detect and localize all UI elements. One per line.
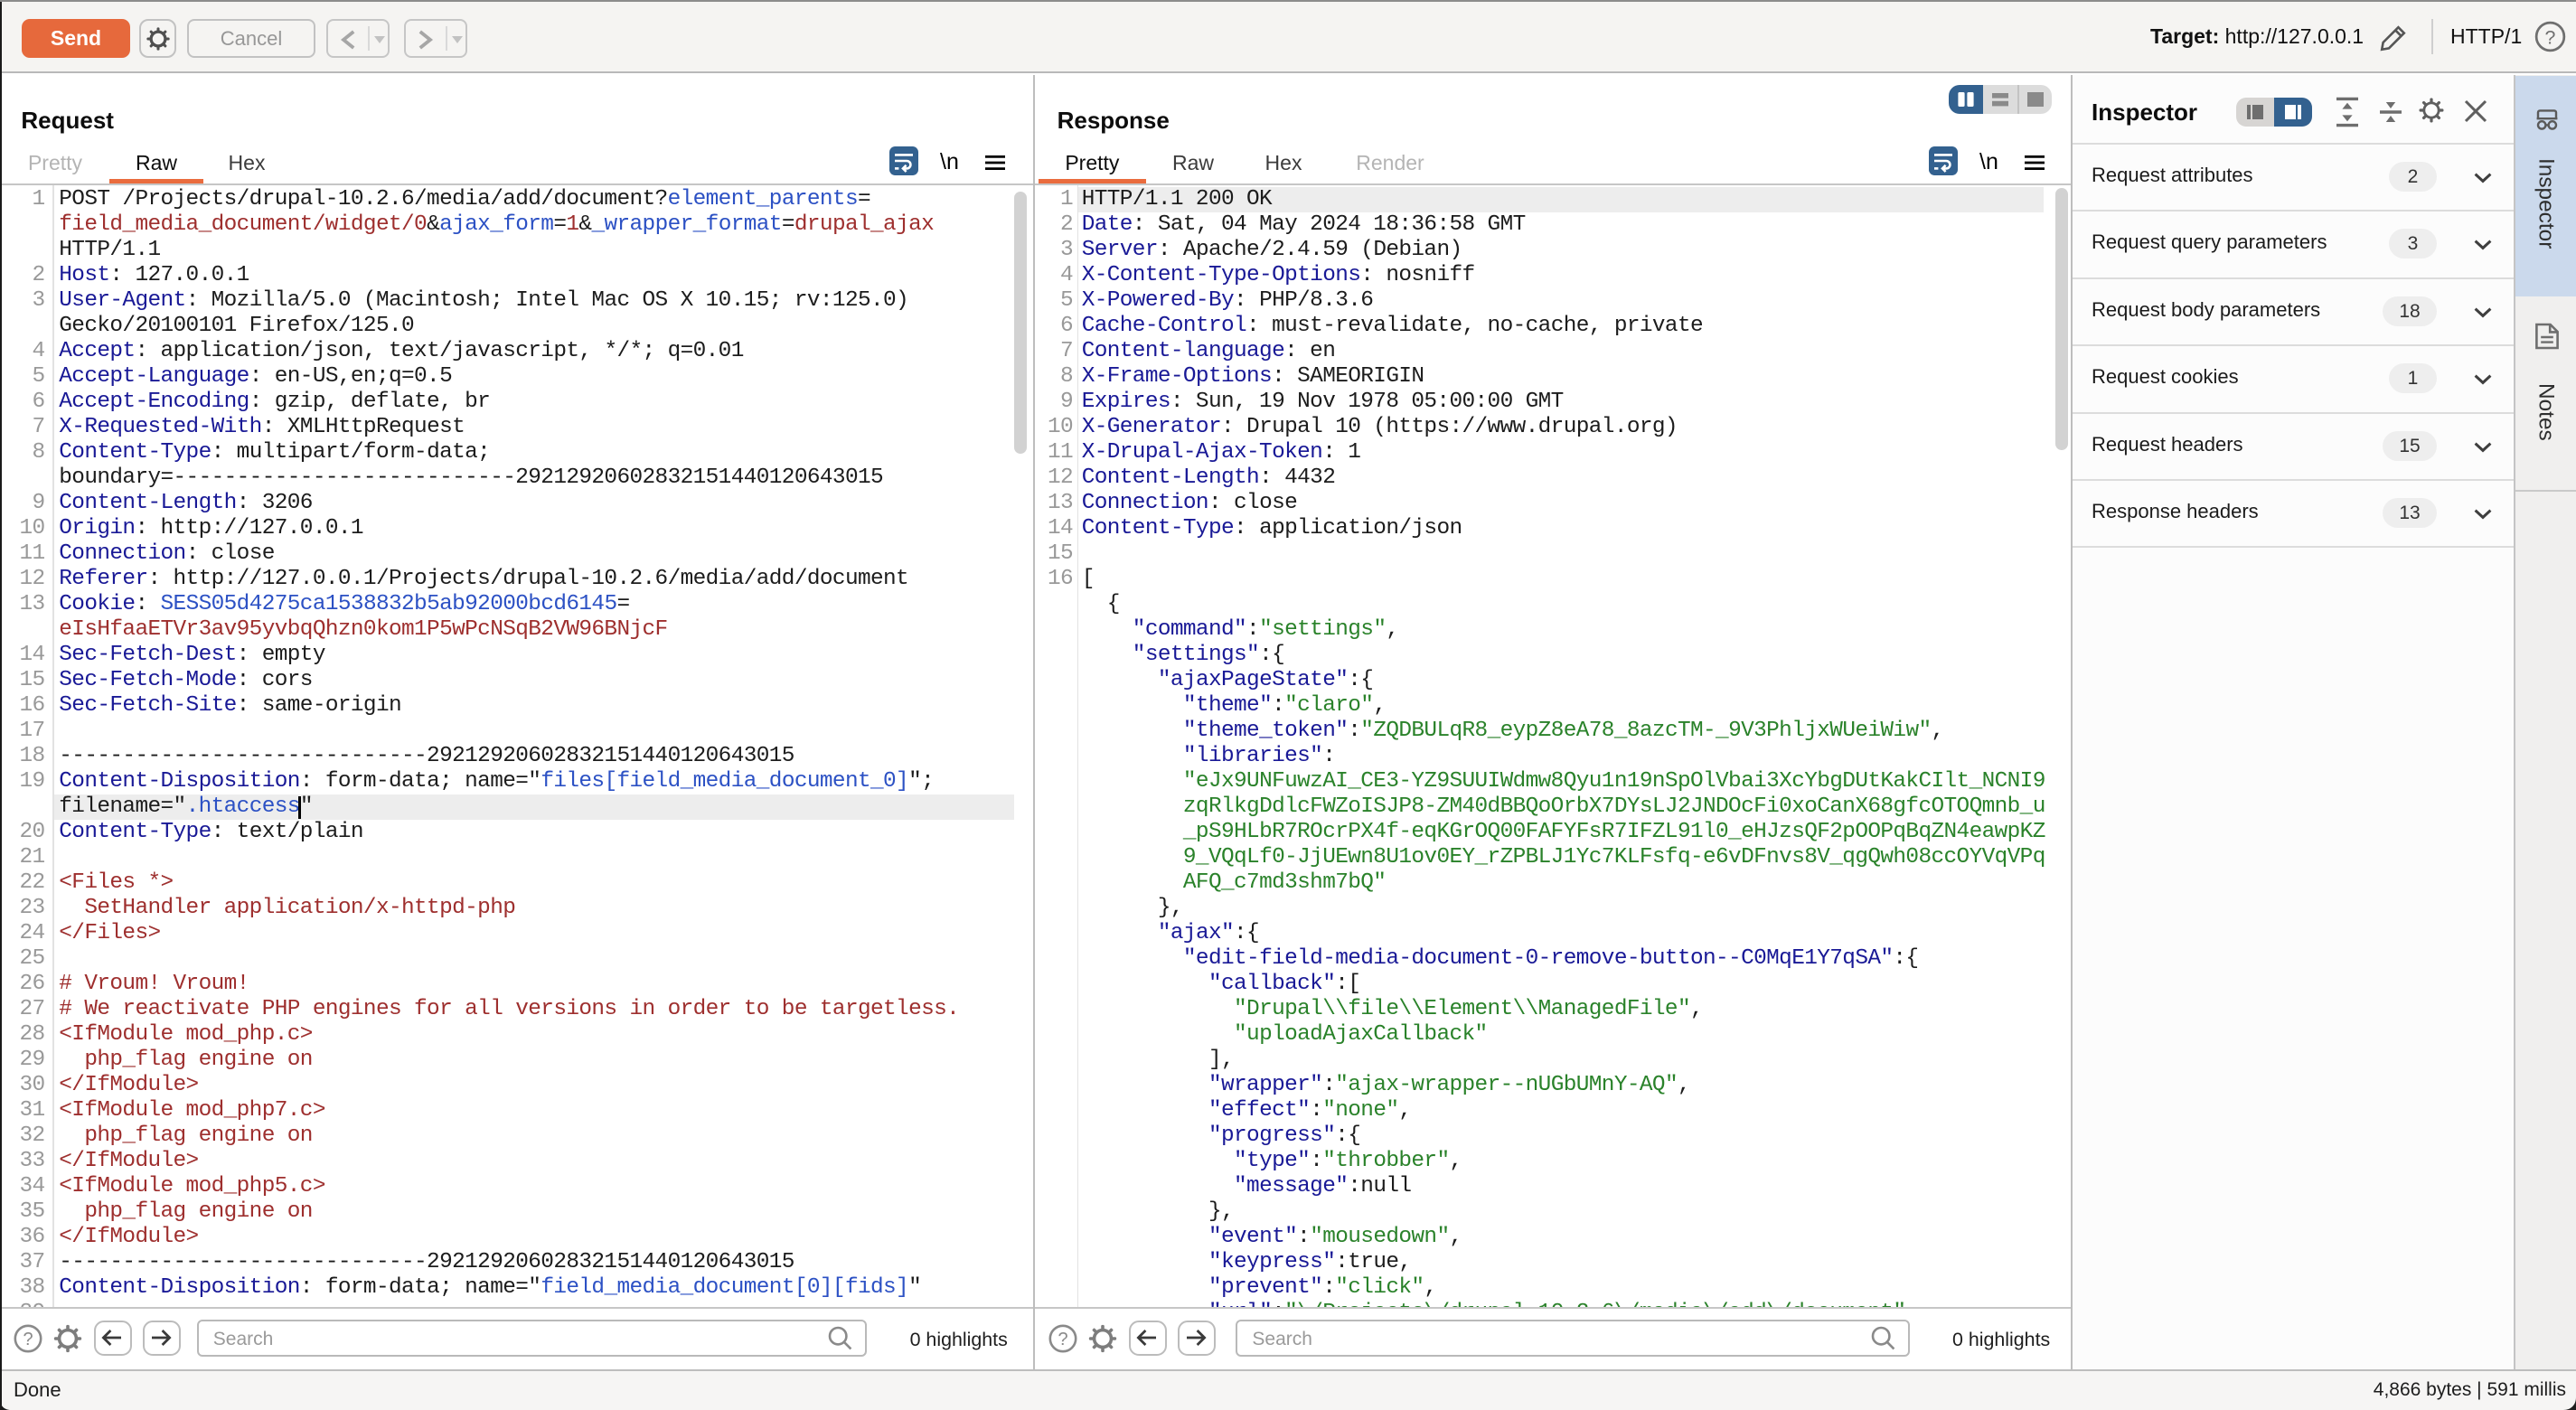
svg-text:?: ? <box>23 1330 33 1349</box>
svg-text:?: ? <box>2545 26 2556 48</box>
svg-text:?: ? <box>1058 1330 1067 1349</box>
